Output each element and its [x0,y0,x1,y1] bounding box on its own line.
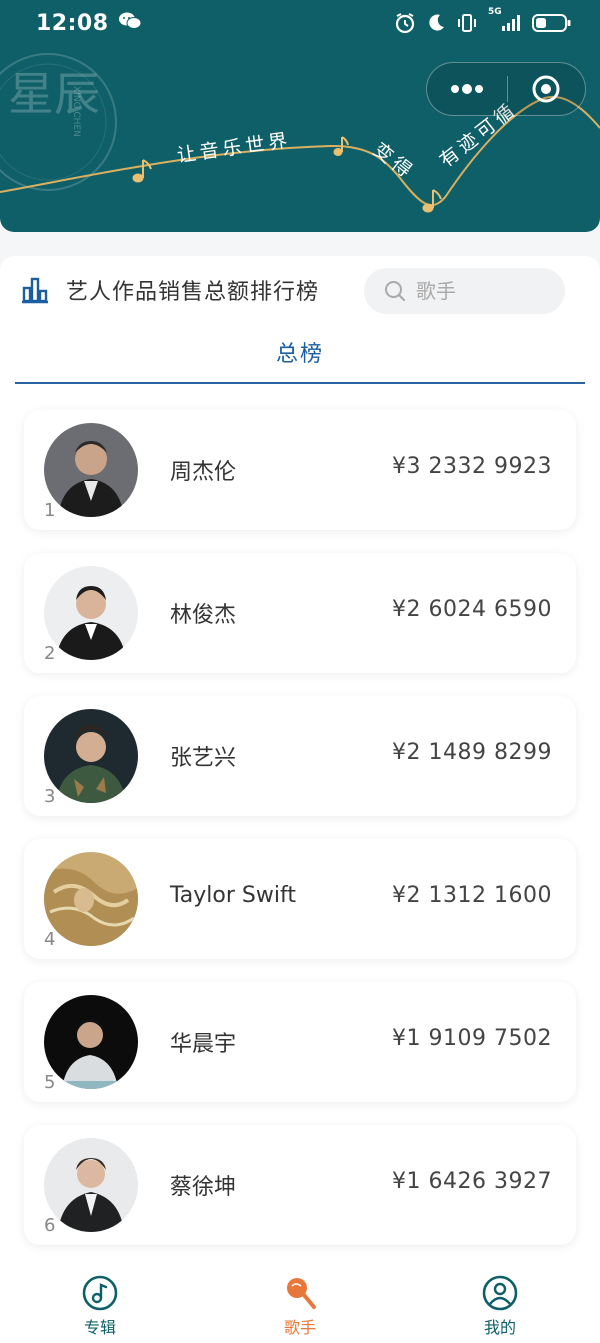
avatar [44,566,138,660]
tab-singers[interactable]: 歌手 [200,1266,400,1343]
artist-name: 林俊杰 [170,603,237,628]
rank-number: 6 [44,1215,56,1236]
ranking-row[interactable]: 3 张艺兴 ¥2 1489 8299 [24,696,576,816]
tab-label: 专辑 [83,1318,116,1337]
main-content: 艺人作品销售总额排行榜 总榜 1 周杰伦 ¥3 2332 9923 2 林俊杰 … [0,256,600,1266]
close-miniprogram-button[interactable] [508,63,586,115]
avatar [44,995,138,1089]
rank-number: 5 [44,1072,56,1093]
tab-albums[interactable]: 专辑 [0,1266,200,1343]
search-input[interactable] [416,279,556,303]
page-title: 艺人作品销售总额排行榜 [66,280,320,305]
wechat-icon [118,11,142,36]
rank-number: 1 [44,500,56,521]
artist-name: Taylor Swift [170,883,296,908]
ranking-row[interactable]: 4 Taylor Swift ¥2 1312 1600 [24,839,576,959]
sales-amount: ¥1 6426 3927 [392,1169,552,1194]
alarm-icon [394,12,416,34]
ranking-row[interactable]: 6 蔡徐坤 ¥1 6426 3927 [24,1125,576,1245]
miniprogram-capsule [426,62,586,116]
title-row: 艺人作品销售总额排行榜 [0,256,600,324]
slogan-part-1: 让音乐世界 [176,129,293,167]
bottom-tab-bar: 专辑 歌手 我的 [0,1266,600,1343]
music-note-icon [82,1275,118,1311]
battery-icon [532,13,572,33]
more-button[interactable] [427,63,507,115]
status-time: 12:08 [36,10,109,36]
status-bar: 12:08 5G [0,0,600,46]
search-icon [385,281,406,302]
rank-number: 3 [44,786,56,807]
logo-subtext: XING CHEN [71,86,81,137]
sales-amount: ¥2 1489 8299 [392,740,552,765]
sales-amount: ¥1 9109 7502 [392,1026,552,1051]
logo-text: 星辰 [8,67,100,121]
network-type: 5G [488,7,502,17]
ranking-row[interactable]: 2 林俊杰 ¥2 6024 6590 [24,553,576,673]
avatar [44,852,138,946]
microphone-icon [287,1278,316,1309]
rank-number: 4 [44,929,56,950]
tab-overall[interactable]: 总榜 [0,336,600,368]
artist-name: 华晨宇 [170,1032,237,1057]
sales-amount: ¥2 1312 1600 [392,883,552,908]
moon-icon [426,13,446,33]
tab-label: 我的 [483,1318,516,1337]
rank-number: 2 [44,643,56,664]
avatar [44,1138,138,1232]
bar-chart-icon [20,276,50,308]
artist-name: 蔡徐坤 [170,1175,237,1200]
search-box[interactable] [364,268,565,314]
vibrate-icon [456,13,478,33]
sales-amount: ¥2 6024 6590 [392,597,552,622]
slogan-part-2: 变得 [369,139,419,185]
user-icon [482,1275,518,1311]
target-close-icon [532,75,560,103]
ranking-row[interactable]: 5 华晨宇 ¥1 9109 7502 [24,982,576,1102]
sales-amount: ¥3 2332 9923 [392,454,552,479]
tab-underline [15,382,585,384]
avatar [44,423,138,517]
tab-mine[interactable]: 我的 [400,1266,600,1343]
artist-name: 周杰伦 [170,460,237,485]
ranking-row[interactable]: 1 周杰伦 ¥3 2332 9923 [24,410,576,530]
artist-name: 张艺兴 [170,746,237,771]
more-dots-icon [450,84,483,94]
avatar [44,709,138,803]
signal-icon: 5G [488,7,522,33]
header-banner: 星辰 XING CHEN 让音乐世界 变得 有迹可循 12:08 5G [0,0,600,232]
tab-label: 歌手 [283,1318,316,1337]
